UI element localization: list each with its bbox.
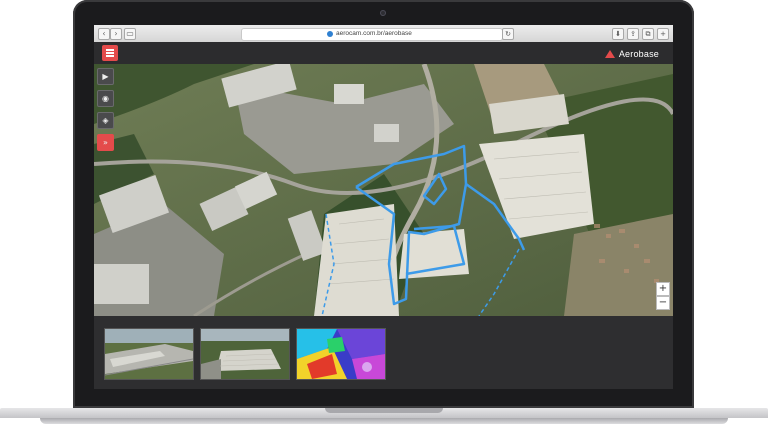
hamburger-menu-icon[interactable] [102,45,118,61]
laptop-base-bottom [40,418,728,424]
collapse-icon[interactable]: » [97,134,114,151]
back-button[interactable]: ‹ [98,28,110,40]
brand-logo: Aerobase [604,48,659,60]
laptop-screen: ‹ › ▭ aerocam.com.br/aerobase ↻ ⬇ ⇪ ⧉ + … [94,25,673,389]
app-header [94,42,673,64]
webcam [380,10,386,16]
globe-icon [327,31,333,37]
satellite-map[interactable]: ▶ ◉ ◈ » + − [94,64,673,316]
satellite-imagery [94,64,673,316]
address-bar[interactable]: aerocam.com.br/aerobase [241,28,503,41]
forward-button[interactable]: › [110,28,122,40]
laptop-base [0,408,768,427]
zoom-out-button[interactable]: − [656,296,670,310]
aerobase-logo-icon [604,50,615,58]
address-bar-url: aerocam.com.br/aerobase [336,30,412,37]
new-tab-button[interactable]: + [657,28,669,40]
browser-toolbar: ‹ › ▭ aerocam.com.br/aerobase ↻ ⬇ ⇪ ⧉ + [94,25,673,43]
reload-icon[interactable]: ↻ [502,28,514,40]
layers-icon[interactable]: ◉ [97,90,114,107]
photo-gallery [94,316,673,389]
zoom-in-button[interactable]: + [656,282,670,296]
thermal-map-photo[interactable] [296,328,386,380]
downloads-icon[interactable]: ⬇ [612,28,624,40]
share-icon[interactable]: ⇪ [627,28,639,40]
aerial-photo-2[interactable] [200,328,290,380]
info-icon[interactable]: ◈ [97,112,114,129]
play-icon[interactable]: ▶ [97,68,114,85]
laptop-notch [325,408,443,413]
tabs-icon[interactable]: ⧉ [642,28,654,40]
brand-name: Aerobase [618,49,659,59]
aerial-photo-1[interactable] [104,328,194,380]
sidebar-toggle-button[interactable]: ▭ [124,28,136,40]
